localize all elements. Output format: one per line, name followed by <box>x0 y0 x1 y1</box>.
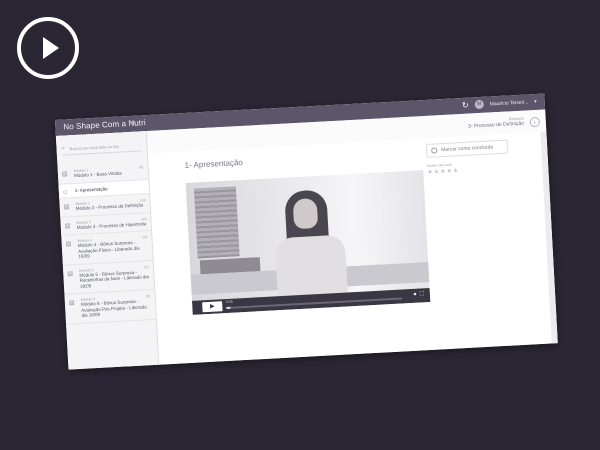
module-count: 0/1 <box>144 264 150 269</box>
presenter-body <box>274 234 348 297</box>
search-icon: ⌕ <box>61 145 66 152</box>
refresh-icon[interactable]: ↻ <box>462 101 469 110</box>
search-field[interactable]: ⌕ Buscar por uma aula ou tag <box>61 140 142 156</box>
folder-icon: ▤ <box>65 241 72 248</box>
play-button[interactable]: ▶ <box>202 301 223 313</box>
module-count: 0/4 <box>140 198 146 203</box>
video-time: 0:05 <box>225 299 234 305</box>
rating-stars[interactable]: ★★★★★ <box>427 167 459 176</box>
module-count: 0/1 <box>138 165 144 170</box>
folder-icon: ▤ <box>63 204 70 211</box>
presenter-face <box>292 197 319 230</box>
module-title: Módulo 4 - Bônus Surpresa - Avaliação Fí… <box>77 239 140 259</box>
overlay-play-button[interactable] <box>17 17 79 79</box>
page-title: 1- Apresentação <box>184 157 244 171</box>
circle-icon <box>431 147 438 154</box>
lesson-title: 1- Apresentação <box>74 185 108 193</box>
course-platform-window: No Shape Com a Nutri ≡ ↻ M Mauricio Teix… <box>55 93 558 370</box>
lesson-content: 1- Apresentação Marcar como concluída Av… <box>147 131 558 365</box>
video-progress-fill <box>226 306 230 310</box>
video-progress-bar[interactable] <box>226 297 403 310</box>
play-circle-icon <box>43 37 59 59</box>
module-count: 0/3 <box>141 216 147 221</box>
play-circle-icon: ○ <box>62 186 68 197</box>
user-name[interactable]: Mauricio Teixeir... <box>490 99 529 107</box>
video-control-icons: ● ⛶ <box>413 291 424 299</box>
folder-icon: ▤ <box>67 270 74 278</box>
sidebar-item-module-6[interactable]: ▤ Módulo 6 Módulo 6 - Bônus Surpresa - A… <box>64 289 156 325</box>
menu-icon[interactable]: ≡ <box>131 120 135 127</box>
folder-icon: ▤ <box>64 222 71 230</box>
course-sidebar: ⌕ Buscar por uma aula ou tag ▤ Módulo 1 … <box>55 131 160 370</box>
video-presenter <box>266 188 357 297</box>
video-player[interactable]: ▶ 0:05 ● ⛶ <box>185 170 431 315</box>
next-lesson-link[interactable]: Próximo 3- Processo de Definição <box>468 116 524 130</box>
user-area: ↻ M Mauricio Teixeir... ▾ <box>462 97 537 110</box>
module-title: Módulo 6 - Bônus Surpresa - Avaliação Pó… <box>80 298 147 318</box>
mark-complete-button[interactable]: Marcar como concluída <box>425 139 509 158</box>
mark-complete-label: Marcar como concluída <box>441 144 494 154</box>
module-count: 0/1 <box>142 235 148 240</box>
module-count: 0/1 <box>145 294 151 299</box>
module-list: ▤ Módulo 1 Módulo 1 - Boas Vindas 0/1 ○ … <box>57 161 156 325</box>
chevron-right-icon[interactable]: › <box>529 116 541 128</box>
folder-icon: ▤ <box>68 300 75 307</box>
settings-icon[interactable]: ● <box>413 292 417 299</box>
module-title: Módulo 5 - Bônus Surpresa - Receitinhas … <box>79 269 150 289</box>
video-frame-door <box>193 186 240 259</box>
avatar[interactable]: M <box>474 99 484 110</box>
chevron-down-icon[interactable]: ▾ <box>534 98 537 104</box>
fullscreen-icon[interactable]: ⛶ <box>420 291 425 298</box>
folder-icon: ▤ <box>61 171 68 178</box>
search-input[interactable]: Buscar por uma aula ou tag <box>69 144 118 152</box>
